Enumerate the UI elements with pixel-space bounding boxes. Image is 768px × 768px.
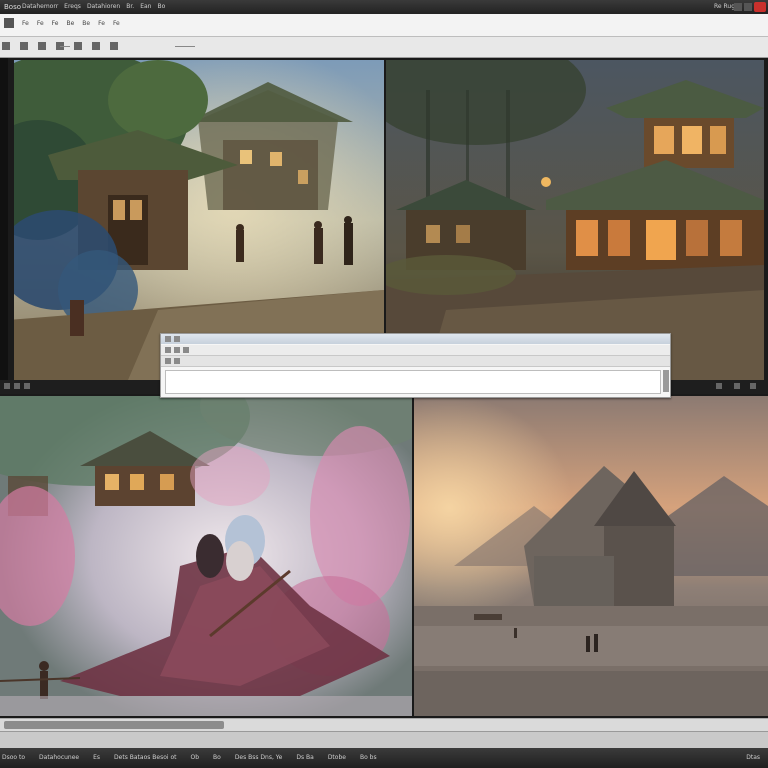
main-toolbar: Fe Fe Fe Be Be Fe Fe [0, 14, 768, 37]
toolbar-item[interactable]: Fe [22, 18, 29, 30]
taskbar-item[interactable]: Ob [190, 754, 199, 761]
dialog-title-bar[interactable] [161, 334, 670, 344]
menu-item[interactable]: Datahioren [87, 0, 120, 14]
horizontal-scrollbar[interactable] [0, 718, 768, 731]
app-title: Boso [4, 3, 22, 11]
image-panel-castle[interactable] [414, 396, 768, 716]
settings-icon[interactable] [92, 42, 100, 50]
menu-item[interactable]: Br. [126, 0, 134, 14]
application-window: Boso Datahemorr Ereqs Datahioren Br. Ean… [0, 0, 768, 768]
left-gutter [0, 58, 8, 390]
toolbar-item[interactable]: Fe [52, 18, 59, 30]
village-forest-scene [8, 60, 384, 380]
title-bar: Boso Datahemorr Ereqs Datahioren Br. Ean… [0, 0, 768, 14]
taskbar-item[interactable]: Datahocunee [39, 754, 79, 761]
taskbar-clock: Dtas [746, 754, 760, 761]
floating-dialog[interactable] [160, 333, 671, 398]
dialog-toolbar [161, 345, 670, 356]
crop-icon[interactable] [74, 42, 82, 50]
toolbar-item[interactable]: Fe [37, 18, 44, 30]
settings-icon[interactable] [24, 383, 30, 389]
play-icon[interactable] [4, 383, 10, 389]
taskbar-item[interactable]: Dets Bataos Besoi ot [114, 754, 176, 761]
toolbar-item[interactable]: Be [66, 18, 74, 30]
edit-icon[interactable] [2, 42, 10, 50]
zoom-icon[interactable] [110, 42, 118, 50]
image-panel-blossom[interactable] [0, 396, 412, 716]
pagoda-night-scene [386, 60, 764, 380]
image-panel-village[interactable] [8, 60, 384, 380]
cut-icon[interactable] [20, 42, 28, 50]
tool-icon[interactable] [174, 347, 180, 353]
dialog-text-field[interactable] [165, 370, 661, 394]
menu-item[interactable]: Datahemorr [22, 0, 58, 14]
taskbar-item[interactable]: Dtobe [328, 754, 346, 761]
menu-icon[interactable] [750, 383, 756, 389]
taskbar-item[interactable]: Bo [213, 754, 221, 761]
toolbar-item[interactable]: Be [82, 18, 90, 30]
taskbar-item[interactable]: Es [93, 754, 100, 761]
maximize-button[interactable] [744, 3, 752, 11]
divider [60, 46, 70, 47]
option-icon[interactable] [174, 358, 180, 364]
tool-icon[interactable] [165, 347, 171, 353]
taskbar-item[interactable]: Dsoo to [2, 754, 25, 761]
menu-bar: Datahemorr Ereqs Datahioren Br. Ean Bo [22, 0, 165, 14]
taskbar-item[interactable]: Des Bss Dns, Ye [235, 754, 283, 761]
menu-item[interactable]: Bo [157, 0, 165, 14]
toolbar-item[interactable]: Fe [98, 18, 105, 30]
image-panel-pagoda[interactable] [386, 60, 764, 380]
copy-icon[interactable] [38, 42, 46, 50]
fit-icon[interactable] [716, 383, 722, 389]
close-button[interactable] [754, 2, 766, 12]
scrollbar-thumb[interactable] [4, 721, 224, 729]
taskbar-item[interactable]: Ds Ba [296, 754, 313, 761]
taskbar-item[interactable]: Bo bs [360, 754, 377, 761]
misty-castle-sunset [414, 396, 768, 716]
toolbar-item[interactable]: Fe [113, 18, 120, 30]
dialog-scrollbar[interactable] [663, 370, 669, 392]
zoom-icon[interactable] [734, 383, 740, 389]
minimize-button[interactable] [734, 3, 742, 11]
dialog-icon [174, 336, 180, 342]
blossom-cloak-figure [0, 396, 412, 716]
menu-item[interactable]: Ereqs [64, 0, 81, 14]
option-icon[interactable] [165, 358, 171, 364]
dialog-options-row [161, 356, 670, 367]
secondary-toolbar [0, 37, 768, 58]
taskbar: Dsoo to Datahocunee Es Dets Bataos Besoi… [0, 748, 768, 768]
menu-item[interactable]: Ean [140, 0, 151, 14]
status-bar [0, 731, 768, 748]
tool-icon[interactable] [183, 347, 189, 353]
loop-icon[interactable] [14, 383, 20, 389]
divider [175, 46, 195, 47]
file-icon[interactable] [4, 18, 14, 28]
dialog-icon [165, 336, 171, 342]
